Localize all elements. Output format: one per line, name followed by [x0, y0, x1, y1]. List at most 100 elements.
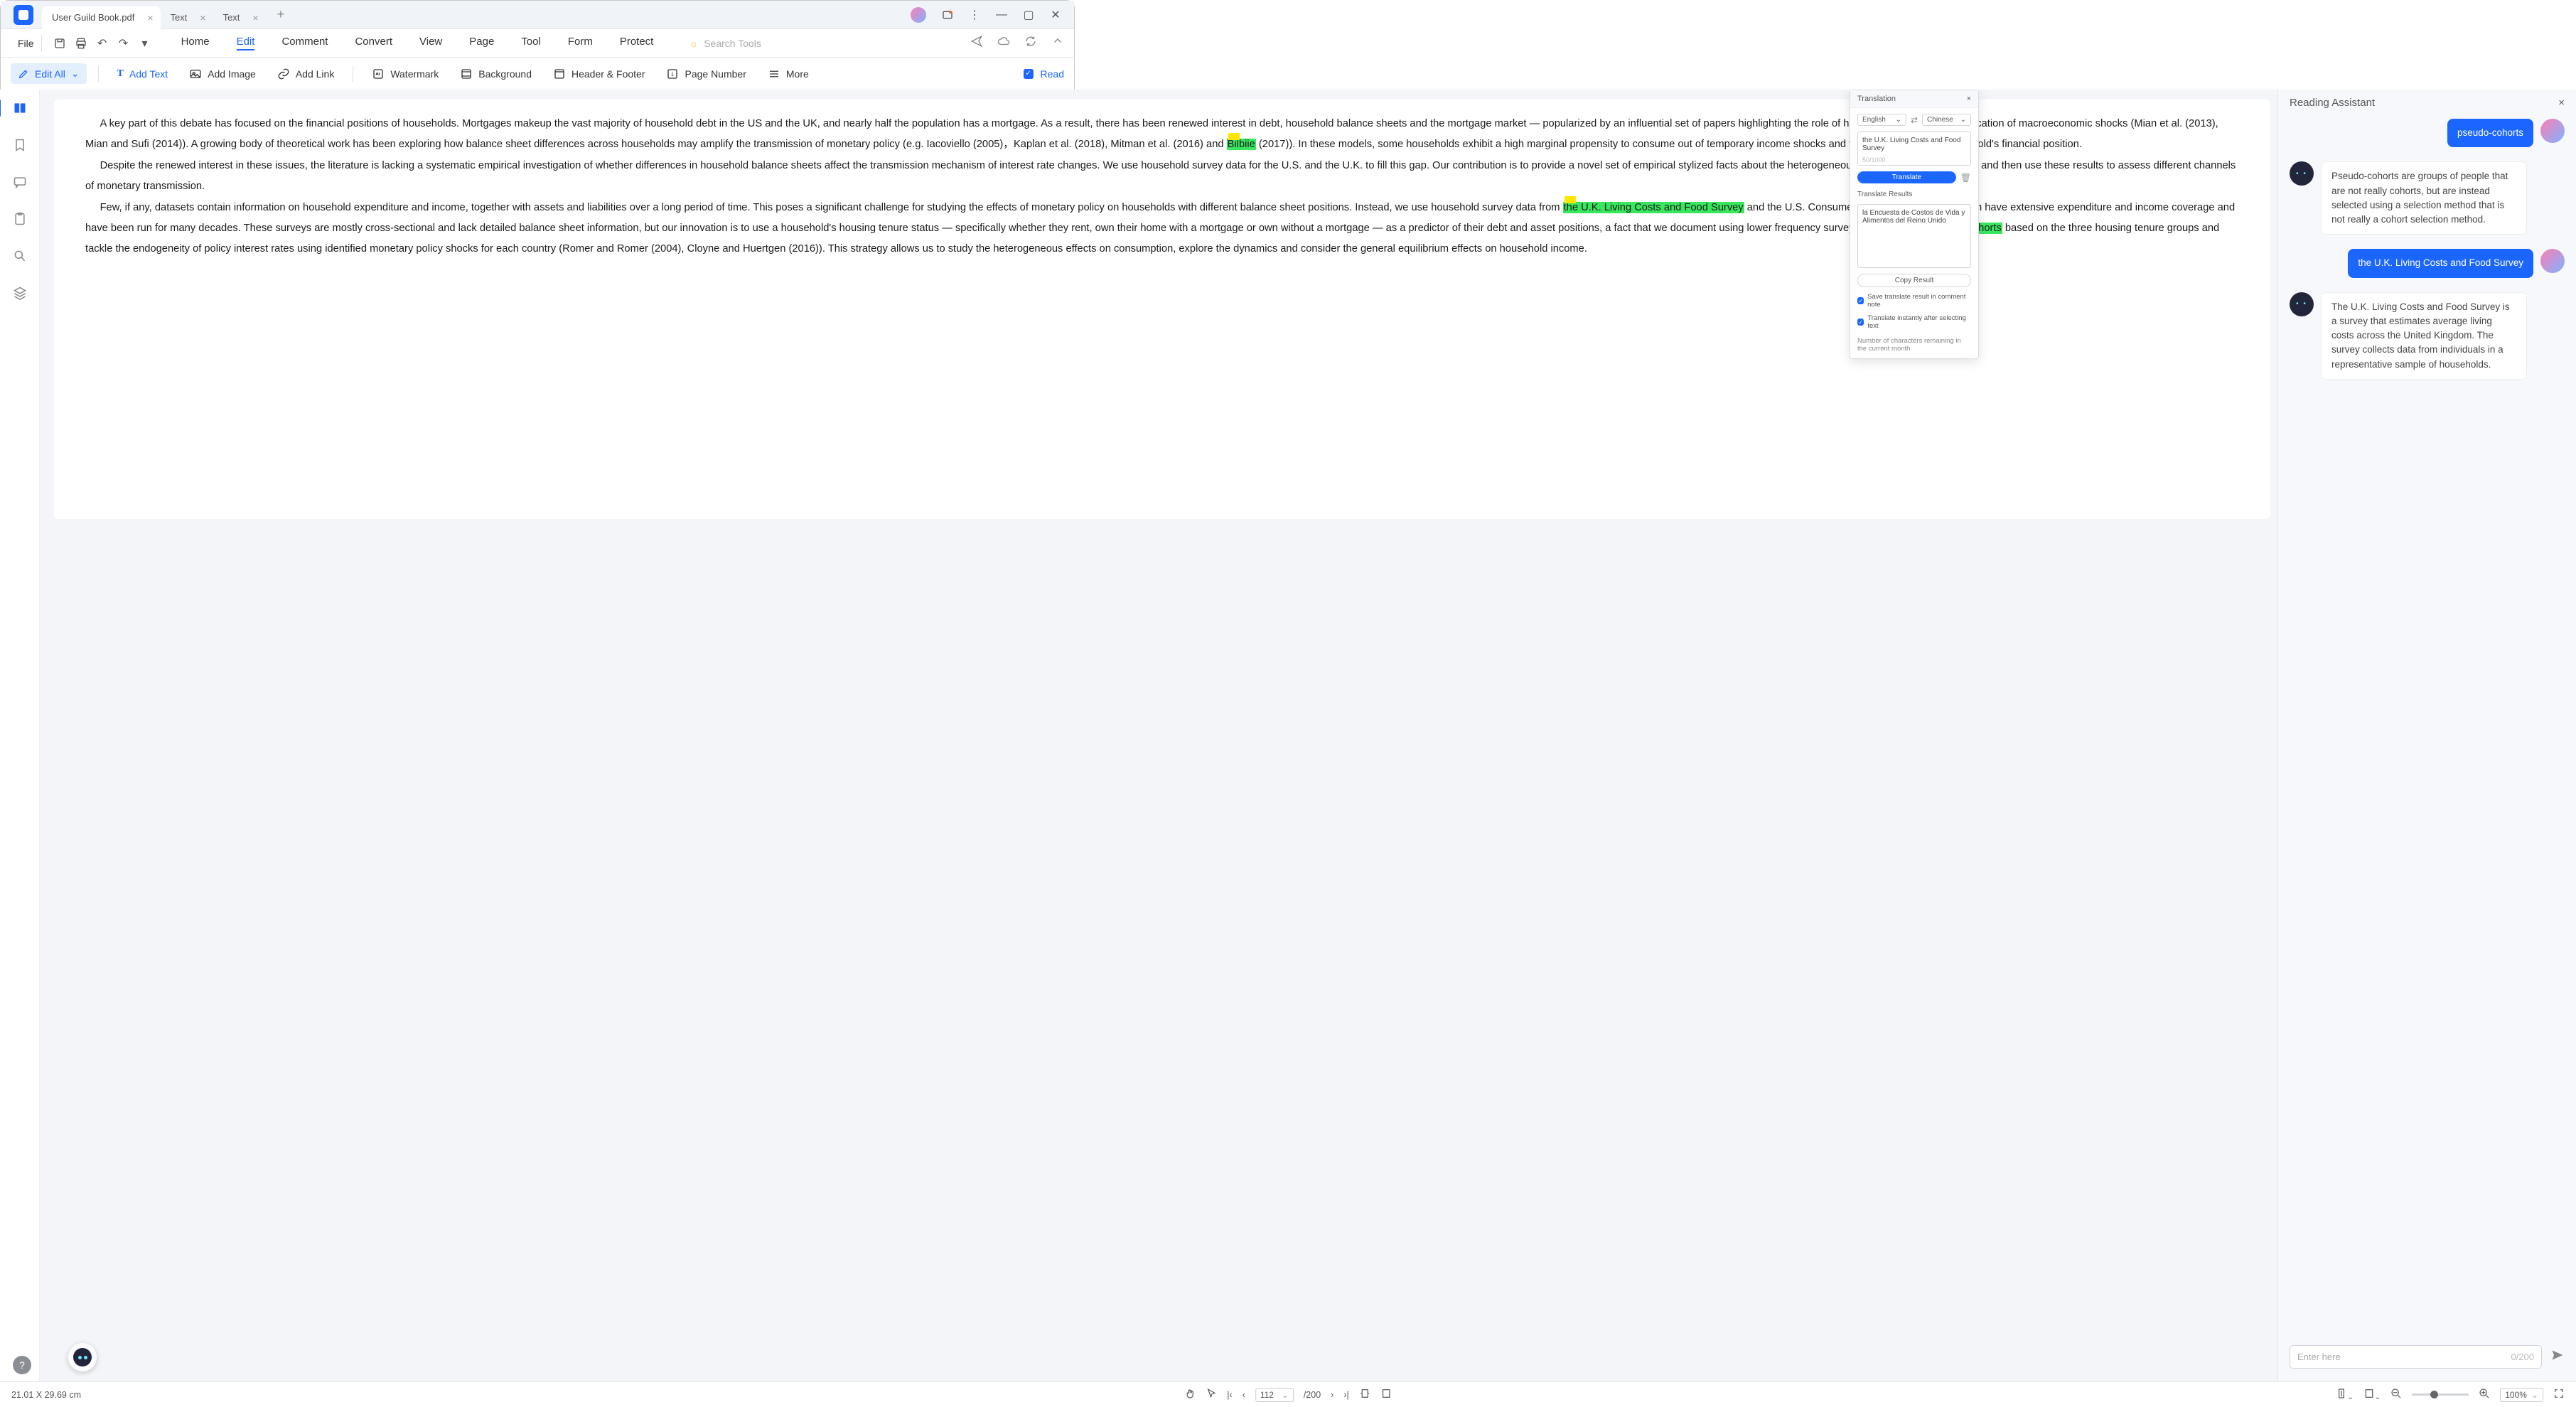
menu-icon[interactable]: ⋮: [969, 9, 980, 21]
tab[interactable]: Text ×: [161, 6, 213, 29]
close-icon[interactable]: ×: [252, 12, 258, 23]
cloud-icon[interactable]: [997, 35, 1010, 51]
ai-assistant-button[interactable]: [68, 1343, 97, 1371]
add-image-button[interactable]: Add Image: [182, 63, 263, 85]
page-number-button[interactable]: 1 Page Number: [659, 63, 753, 85]
page-number-label: Page Number: [685, 68, 746, 80]
add-text-button[interactable]: T Add Text: [110, 64, 176, 84]
close-icon[interactable]: ×: [147, 12, 153, 23]
copy-result-button[interactable]: Copy Result: [1857, 274, 1971, 287]
trash-icon[interactable]: 🗑: [1960, 173, 1971, 183]
last-page-icon[interactable]: ›|: [1343, 1390, 1348, 1400]
next-page-icon[interactable]: ›: [1331, 1390, 1333, 1400]
bot-message: Pseudo-cohorts are groups of people that…: [2321, 161, 2527, 235]
undo-icon[interactable]: ↶: [92, 36, 113, 50]
menu-home[interactable]: Home: [181, 36, 210, 50]
edit-all-button[interactable]: Edit All ⌄: [11, 63, 87, 84]
collapse-icon[interactable]: [1051, 35, 1064, 51]
tab-label: Text: [171, 12, 188, 23]
reading-assistant-panel: Reading Assistant × pseudo-cohorts Pseud…: [2277, 90, 2576, 1381]
maximize-icon[interactable]: ▢: [1023, 9, 1034, 21]
send-icon[interactable]: [970, 35, 983, 51]
tab-label: User Guild Book.pdf: [52, 12, 134, 23]
view-mode-icon[interactable]: ⌄: [2363, 1388, 2381, 1401]
close-icon[interactable]: ×: [2558, 97, 2565, 109]
read-checkbox[interactable]: ✓: [1024, 69, 1034, 79]
select-tool-icon[interactable]: [1206, 1388, 1217, 1401]
add-image-label: Add Image: [208, 68, 256, 80]
instant-checkbox[interactable]: ✓: [1857, 319, 1864, 326]
highlight-bilbiie[interactable]: Bilbiie: [1227, 139, 1256, 150]
translation-source[interactable]: the U.K. Living Costs and Food Survey 50…: [1857, 132, 1971, 166]
fit-width-icon[interactable]: [1359, 1388, 1370, 1401]
zoom-select[interactable]: 100%⌄: [2500, 1388, 2543, 1402]
close-window-icon[interactable]: ✕: [1050, 9, 1061, 21]
close-icon[interactable]: ×: [1967, 95, 1971, 103]
document-container: A key part of this debate has focused on…: [40, 90, 2277, 1381]
chevron-down-icon: ⌄: [71, 68, 80, 80]
tab-label: Text: [223, 12, 240, 23]
first-page-icon[interactable]: |‹: [1227, 1390, 1232, 1400]
menu-page[interactable]: Page: [469, 36, 494, 50]
menu-edit[interactable]: Edit: [237, 36, 255, 50]
tab[interactable]: Text ×: [213, 6, 266, 29]
hand-tool-icon[interactable]: [1184, 1388, 1196, 1401]
zoom-slider[interactable]: [2412, 1393, 2469, 1396]
share-icon[interactable]: [942, 9, 953, 21]
search-icon[interactable]: [11, 247, 28, 264]
page-number-input[interactable]: 112⌄: [1255, 1388, 1294, 1402]
add-link-button[interactable]: Add Link: [270, 63, 341, 85]
bot-avatar: [2290, 161, 2314, 186]
lang-from-select[interactable]: English⌄: [1857, 114, 1906, 126]
help-button[interactable]: ?: [13, 1356, 31, 1374]
bot-message: The U.K. Living Costs and Food Survey is…: [2321, 292, 2527, 380]
zoom-in-icon[interactable]: [2479, 1388, 2490, 1401]
chat-input[interactable]: Enter here 0/200: [2290, 1345, 2542, 1369]
send-icon[interactable]: [2550, 1348, 2565, 1366]
left-rail: [0, 90, 40, 1381]
fullscreen-icon[interactable]: [2553, 1388, 2565, 1401]
more-button[interactable]: More: [761, 63, 816, 85]
minimize-icon[interactable]: —: [996, 9, 1007, 21]
user-avatar[interactable]: [911, 7, 926, 23]
header-footer-button[interactable]: Header & Footer: [546, 63, 653, 85]
file-menu[interactable]: File: [11, 35, 42, 52]
menu-form[interactable]: Form: [568, 36, 593, 50]
bookmark-icon[interactable]: [11, 137, 28, 154]
save-comment-checkbox[interactable]: ✓: [1857, 297, 1864, 304]
user-message: pseudo-cohorts: [2447, 119, 2533, 147]
save-icon[interactable]: [49, 37, 70, 50]
highlight-survey[interactable]: the U.K. Living Costs and Food Survey: [1563, 202, 1744, 213]
menu-view[interactable]: View: [419, 36, 442, 50]
attachment-icon[interactable]: [11, 210, 28, 228]
search-tools[interactable]: ☼ Search Tools: [689, 38, 761, 49]
translation-panel: Translation × English⌄ ⇄ Chinese⌄ the U.…: [1850, 90, 1979, 359]
zoom-out-icon[interactable]: [2390, 1388, 2402, 1401]
dropdown-icon[interactable]: ▾: [134, 36, 156, 50]
lang-to-select[interactable]: Chinese⌄: [1922, 114, 1971, 126]
menu-comment[interactable]: Comment: [281, 36, 328, 50]
swap-icon[interactable]: ⇄: [1911, 115, 1918, 125]
menu-convert[interactable]: Convert: [355, 36, 392, 50]
menu-tool[interactable]: Tool: [521, 36, 541, 50]
fit-page-icon[interactable]: [1380, 1388, 1392, 1401]
translate-button[interactable]: Translate: [1857, 171, 1956, 183]
header-footer-label: Header & Footer: [571, 68, 645, 80]
tab-add-button[interactable]: +: [273, 7, 289, 22]
instant-label: Translate instantly after selecting text: [1867, 314, 1971, 330]
redo-icon[interactable]: ↷: [113, 36, 134, 50]
main-area: A key part of this debate has focused on…: [0, 90, 2576, 1381]
menu-protect[interactable]: Protect: [620, 36, 654, 50]
sync-icon[interactable]: [1024, 35, 1037, 51]
print-icon[interactable]: [70, 37, 92, 50]
background-button[interactable]: Background: [453, 63, 539, 85]
layers-icon[interactable]: [11, 284, 28, 301]
scroll-mode-icon[interactable]: ⌄: [2336, 1388, 2353, 1401]
watermark-button[interactable]: Watermark: [365, 63, 446, 85]
tab-active[interactable]: User Guild Book.pdf ×: [42, 6, 161, 29]
thumbnails-icon[interactable]: [11, 100, 28, 117]
comment-icon[interactable]: [11, 173, 28, 191]
prev-page-icon[interactable]: ‹: [1243, 1390, 1245, 1400]
close-icon[interactable]: ×: [200, 12, 205, 23]
app-logo[interactable]: [14, 5, 33, 25]
